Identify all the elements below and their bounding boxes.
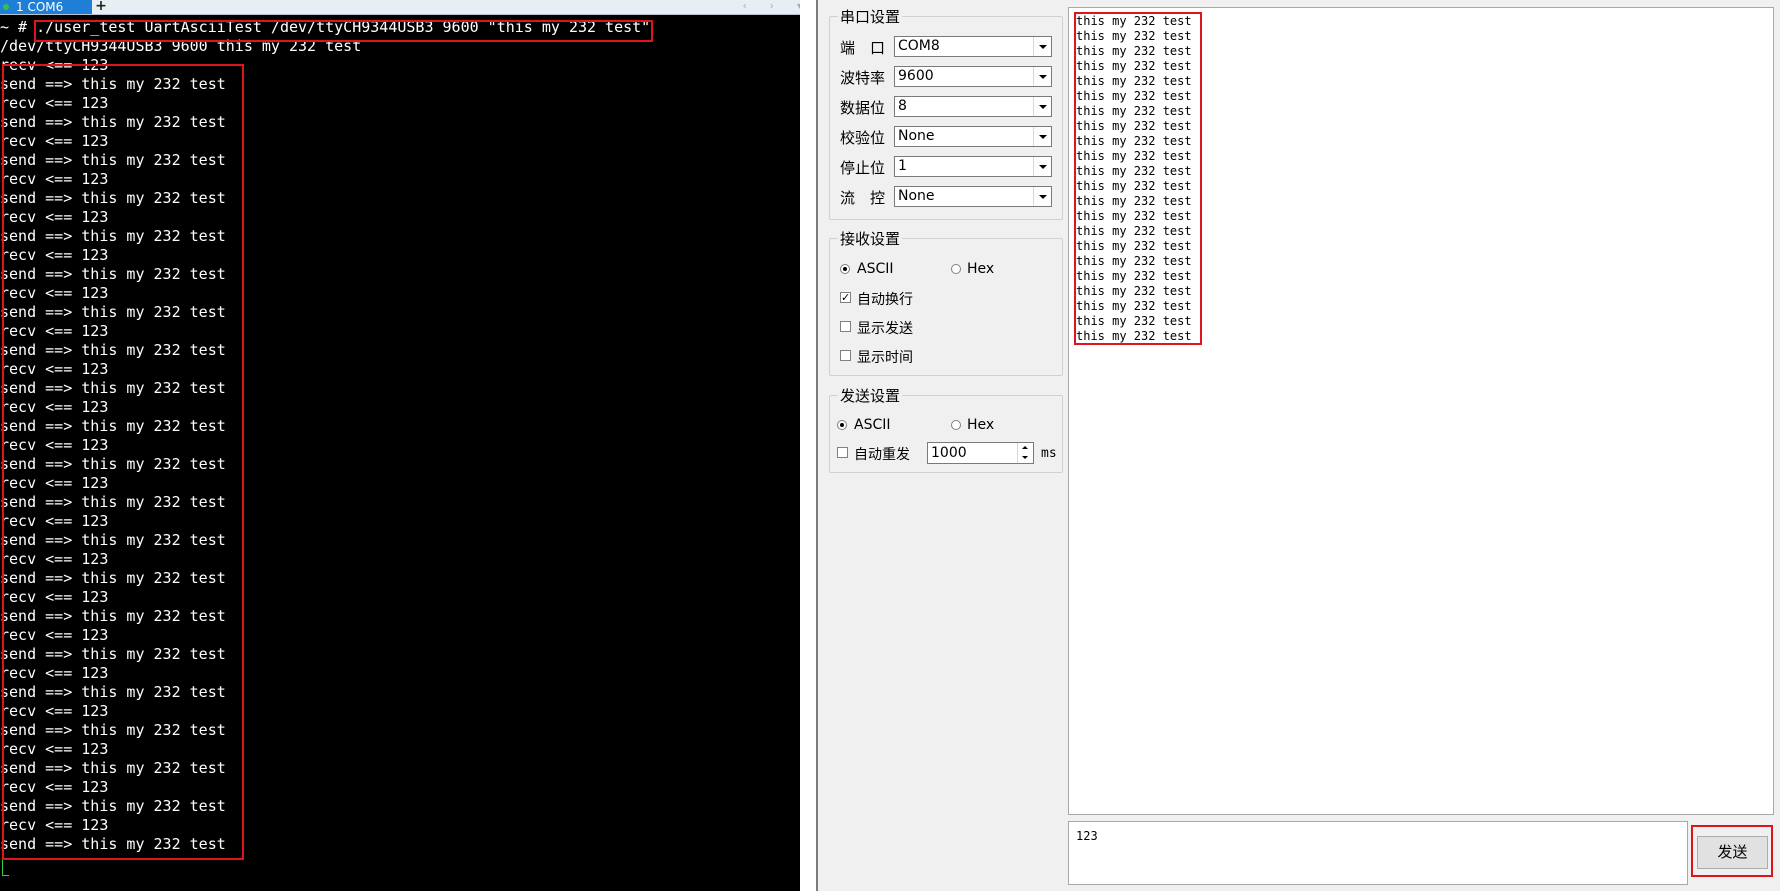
- chevron-down-icon[interactable]: [1033, 37, 1051, 56]
- stopbits-select[interactable]: 1: [894, 156, 1052, 177]
- auto-resend-checkbox[interactable]: [837, 447, 848, 458]
- databits-label: 数据位: [840, 99, 886, 117]
- serial-settings-title: 串口设置: [840, 8, 901, 26]
- chevron-down-icon[interactable]: [1033, 67, 1051, 86]
- send-input-value: 123: [1076, 829, 1098, 843]
- resend-interval-value: 1000: [931, 445, 967, 461]
- send-hex-label: Hex: [967, 417, 995, 433]
- connected-status-icon: [3, 4, 9, 10]
- interval-unit: ms: [1041, 446, 1057, 461]
- show-time-checkbox[interactable]: [840, 350, 851, 361]
- auto-newline-label: 自动换行: [857, 292, 913, 308]
- baud-label: 波特率: [840, 69, 886, 87]
- chevron-down-icon[interactable]: [1033, 97, 1051, 116]
- chevron-down-icon[interactable]: [1033, 127, 1051, 146]
- stopbits-value: 1: [898, 158, 907, 174]
- parity-select[interactable]: None: [894, 126, 1052, 147]
- auto-newline-checkbox[interactable]: ✓: [840, 292, 851, 303]
- flow-select[interactable]: None: [894, 186, 1052, 207]
- new-tab-button[interactable]: +: [94, 0, 108, 14]
- stepper-buttons[interactable]: [1017, 443, 1033, 463]
- terminal-scrollbar[interactable]: [800, 0, 816, 891]
- flow-label: 流 控: [840, 189, 886, 207]
- port-label: 端 口: [840, 39, 886, 57]
- show-send-label: 显示发送: [857, 321, 913, 337]
- terminal-pane[interactable]: 1 COM6 + ‹ › ▾ ~ # ./user_test UartAscii…: [0, 0, 816, 891]
- recv-hex-label: Hex: [967, 261, 995, 277]
- tab-com6[interactable]: 1 COM6: [0, 0, 92, 14]
- tab-label: 1 COM6: [16, 0, 64, 14]
- recv-ascii-radio[interactable]: [840, 264, 850, 274]
- show-time-label: 显示时间: [857, 350, 913, 366]
- terminal-cursor-icon: [2, 860, 9, 876]
- parity-value: None: [898, 128, 935, 144]
- chevron-down-icon[interactable]: [1033, 157, 1051, 176]
- port-value: COM8: [898, 38, 940, 54]
- resend-interval-stepper[interactable]: 1000: [927, 442, 1034, 464]
- chevron-down-icon[interactable]: [1022, 456, 1028, 459]
- chevron-down-icon[interactable]: [1033, 187, 1051, 206]
- receive-settings-title: 接收设置: [840, 230, 901, 248]
- send-button-highlight-box: [1691, 825, 1773, 877]
- databits-select[interactable]: 8: [894, 96, 1052, 117]
- send-input[interactable]: 123: [1068, 821, 1688, 885]
- stopbits-label: 停止位: [840, 159, 886, 177]
- chevron-up-icon[interactable]: [1022, 446, 1028, 449]
- log-highlight-box: [2, 64, 244, 860]
- send-hex-radio[interactable]: [951, 420, 961, 430]
- send-ascii-label: ASCII: [854, 417, 891, 433]
- command-highlight-box: [34, 20, 653, 42]
- send-ascii-radio[interactable]: [837, 420, 847, 430]
- baud-select[interactable]: 9600: [894, 66, 1052, 87]
- port-select[interactable]: COM8: [894, 36, 1052, 57]
- recv-hex-radio[interactable]: [951, 264, 961, 274]
- baud-value: 9600: [898, 68, 934, 84]
- send-settings-title: 发送设置: [840, 387, 901, 405]
- parity-label: 校验位: [840, 129, 886, 147]
- show-send-checkbox[interactable]: [840, 321, 851, 332]
- databits-value: 8: [898, 98, 907, 114]
- receive-highlight-box: [1074, 12, 1202, 345]
- flow-value: None: [898, 188, 935, 204]
- terminal-tab-bar: 1 COM6 + ‹ › ▾: [0, 0, 816, 15]
- recv-ascii-label: ASCII: [857, 261, 894, 277]
- auto-resend-label: 自动重发: [854, 447, 910, 463]
